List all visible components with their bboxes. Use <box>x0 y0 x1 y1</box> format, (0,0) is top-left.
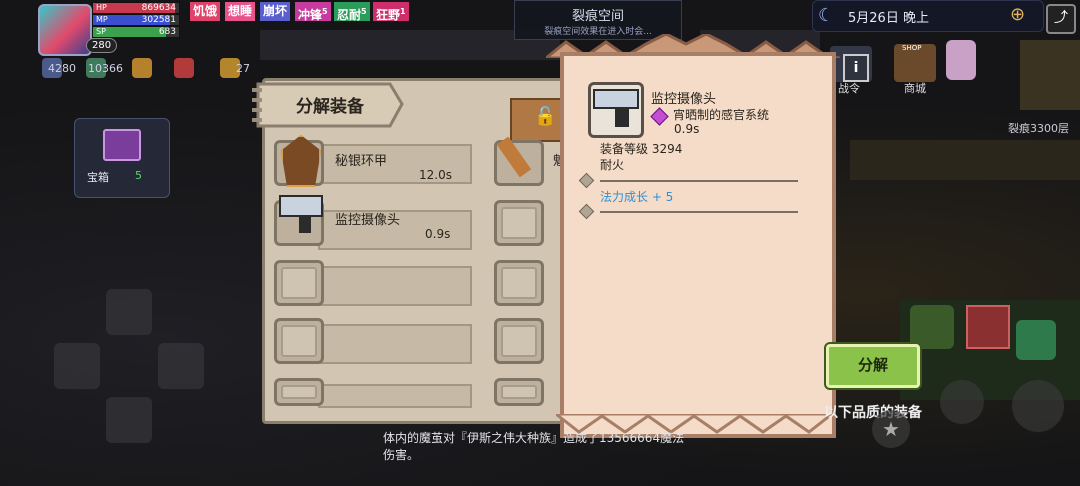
dpad[interactable] <box>48 285 213 450</box>
mp-value: 302581 <box>141 15 176 25</box>
tooltip-divider <box>600 180 798 182</box>
sp-bar: SP 683 <box>92 26 180 38</box>
star-icon[interactable]: ★ <box>872 410 910 448</box>
tooltip-equip-level: 装备等级 3294 <box>600 142 683 156</box>
item-slot[interactable] <box>494 378 544 406</box>
tooltip-item-icon <box>588 82 644 138</box>
armor-icon <box>281 135 321 187</box>
item-time: 0.9s <box>425 227 451 241</box>
list-item[interactable] <box>318 384 472 408</box>
stat-defense: 4280 <box>48 62 76 75</box>
mp-bar: MP 302581 <box>92 14 180 26</box>
tooltip-sub-item: 宵晒制的感官系统 <box>673 108 770 122</box>
globe-icon[interactable]: ⊕ <box>1010 4 1025 25</box>
lock-toggle[interactable]: 🔓 <box>510 98 566 142</box>
decompose-button[interactable]: 分解 <box>826 344 920 388</box>
staff-icon <box>496 136 532 178</box>
exit-button[interactable]: ⤴ <box>1046 4 1076 34</box>
status-tag[interactable]: 忍耐5 <box>334 2 370 22</box>
player-level: 280 <box>86 38 118 53</box>
combat-message-line1: 体内的魔茧对『伊斯之伟大种族』造成了13566664魔法 <box>383 431 685 445</box>
item-slot[interactable] <box>274 195 324 246</box>
skill-rune-icon[interactable] <box>966 305 1010 349</box>
shop-label: 商城 <box>904 82 926 95</box>
lock-icon: 🔓 <box>534 106 557 127</box>
item-name: 秘银环甲 <box>335 154 388 169</box>
item-slot[interactable] <box>274 378 324 406</box>
chest-label: 宝箱 <box>87 171 109 184</box>
status-tag[interactable]: 冲锋5 <box>295 2 331 22</box>
tooltip-attribute: 耐火 <box>600 158 625 172</box>
item-slot[interactable] <box>494 318 544 364</box>
item-slot[interactable] <box>494 200 544 246</box>
chest-count: 5 <box>135 169 142 182</box>
tooltip-item-name: 监控摄像头 <box>651 92 717 107</box>
skill-book-icon[interactable] <box>1016 320 1056 360</box>
date-label: 5月26日 晚上 <box>848 11 929 26</box>
combat-message-line2: 伤害。 <box>383 448 420 462</box>
status-tag[interactable]: 狂野1 <box>373 2 409 22</box>
combat-message: 体内的魔茧对『伊斯之伟大种族』造成了13566664魔法 伤害。 <box>383 430 684 464</box>
tooltip-bonus: 法力成长 + 5 <box>600 190 674 204</box>
info-icon[interactable]: i <box>843 54 869 82</box>
moon-icon: ☾ <box>818 5 835 26</box>
hp-value: 869634 <box>141 3 176 13</box>
camera-icon <box>279 195 323 217</box>
chest-icon <box>103 129 141 161</box>
chest-button[interactable]: 宝箱 5 <box>74 118 170 198</box>
sword-attack-button[interactable] <box>940 380 984 424</box>
floor-label: 裂痕3300层 <box>1008 122 1069 135</box>
buff-icon-2 <box>174 58 194 78</box>
item-slot[interactable] <box>274 135 324 187</box>
dpad-right[interactable] <box>158 343 204 389</box>
bow-attack-button[interactable] <box>1012 380 1064 432</box>
item-slot[interactable] <box>274 318 324 364</box>
dpad-up[interactable] <box>106 289 152 335</box>
status-tag[interactable]: 崩坏 <box>260 2 291 21</box>
npc-portrait[interactable] <box>946 40 976 80</box>
rift-title: 裂痕空间 <box>571 9 624 24</box>
status-tag[interactable]: 饥饿 <box>190 2 221 21</box>
player-avatar[interactable] <box>38 4 92 56</box>
panel-title: 分解装备 <box>296 97 364 117</box>
camera-mount <box>299 215 311 233</box>
camera-body <box>593 89 639 109</box>
item-time: 12.0s <box>419 168 452 182</box>
stat-other: 27 <box>236 62 250 75</box>
battle-pass-label: 战令 <box>838 82 860 95</box>
dpad-down[interactable] <box>106 397 152 443</box>
tooltip-sub-time: 0.9s <box>674 122 700 136</box>
status-tag[interactable]: 想睡 <box>225 2 256 21</box>
hp-bar: HP 869634 <box>92 2 180 14</box>
list-item[interactable] <box>318 266 472 306</box>
buff-icon <box>132 58 152 78</box>
item-slot[interactable] <box>494 260 544 306</box>
sp-value: 683 <box>158 27 176 37</box>
item-slot[interactable] <box>274 260 324 306</box>
item-slot[interactable] <box>494 136 544 186</box>
item-name: 监控摄像头 <box>335 213 401 228</box>
list-item[interactable] <box>318 324 472 364</box>
dpad-left[interactable] <box>54 343 100 389</box>
tooltip-divider <box>600 211 798 213</box>
stat-attack: 10366 <box>88 62 123 75</box>
skill-wand-icon[interactable] <box>910 305 954 349</box>
camera-stand <box>615 107 629 127</box>
shop-icon[interactable]: SHOP <box>894 44 936 82</box>
